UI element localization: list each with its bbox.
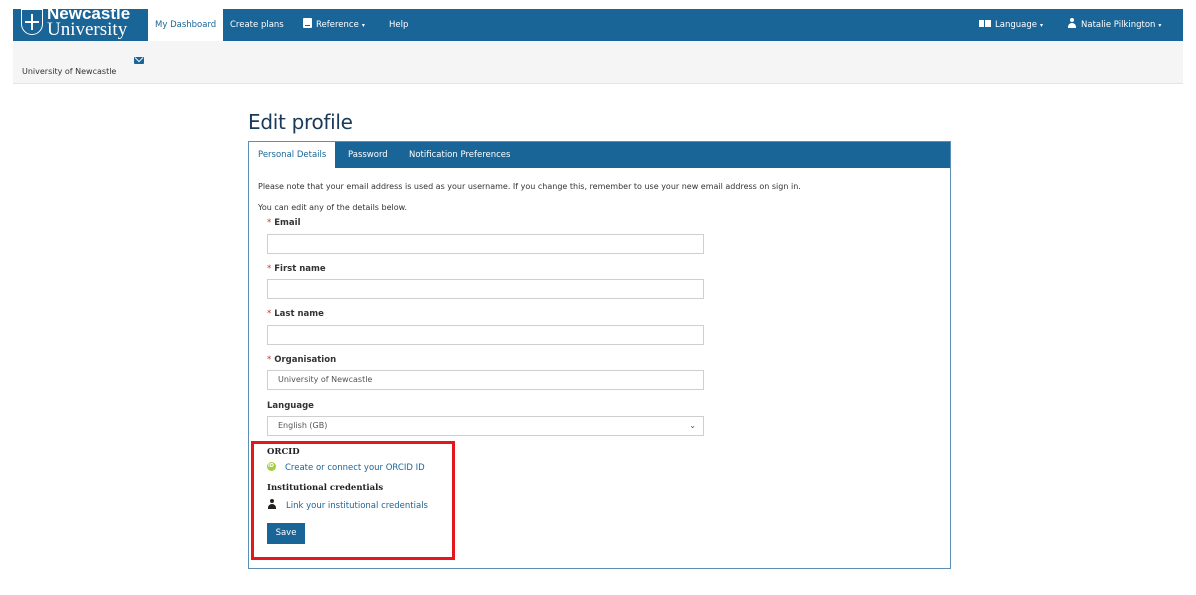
caret-down-icon: ▾ (361, 22, 365, 29)
tab-password[interactable]: Password (339, 142, 397, 168)
nav-help-label: Help (389, 20, 409, 30)
first-name-label-text: First name (274, 264, 326, 274)
organisation-label-text: Organisation (274, 355, 337, 365)
top-navbar: Newcastle University My Dashboard Create… (13, 5, 1183, 41)
nav-reference-label: Reference (316, 20, 359, 30)
highlight-annotation-box (251, 441, 455, 560)
mail-icon[interactable] (134, 57, 144, 64)
nav-reference-dropdown[interactable]: Reference ▾ (303, 9, 365, 41)
language-label: Language (995, 20, 1037, 30)
organisation-input[interactable]: University of Newcastle (267, 370, 704, 390)
nav-my-dashboard-label: My Dashboard (155, 20, 217, 30)
page-title: Edit profile (248, 110, 353, 134)
language-select[interactable]: English (GB) ⌄ (267, 416, 704, 436)
chevron-down-icon: ⌄ (689, 421, 696, 430)
nav-create-plans-label: Create plans (230, 20, 284, 30)
profile-tabs: Personal Details Password Notification P… (249, 142, 950, 169)
user-icon (1067, 18, 1077, 28)
tab-notification-preferences[interactable]: Notification Preferences (400, 142, 519, 168)
tab-personal-details-label: Personal Details (258, 150, 327, 160)
tab-personal-details[interactable]: Personal Details (249, 142, 336, 169)
organisation-name: University of Newcastle (22, 67, 117, 76)
nav-my-dashboard[interactable]: My Dashboard (148, 9, 224, 41)
newcastle-university-logo[interactable]: Newcastle University (17, 5, 145, 41)
email-label-text: Email (274, 218, 301, 228)
email-username-notice: Please note that your email address is u… (258, 182, 801, 191)
nav-create-plans[interactable]: Create plans (230, 9, 284, 41)
shield-icon (21, 9, 43, 35)
last-name-label: * Last name (267, 309, 324, 319)
language-dropdown[interactable]: Language ▾ (979, 9, 1043, 41)
first-name-input[interactable] (267, 279, 704, 299)
email-input[interactable] (267, 234, 704, 254)
tab-notification-preferences-label: Notification Preferences (409, 150, 511, 160)
language-selected-value: English (GB) (278, 421, 328, 430)
required-marker: * (267, 218, 272, 228)
last-name-input[interactable] (267, 325, 704, 345)
required-marker: * (267, 309, 272, 319)
organisation-bar: University of Newcastle (13, 41, 1183, 84)
required-marker: * (267, 264, 272, 274)
last-name-label-text: Last name (274, 309, 324, 319)
logo-line-2: University (47, 19, 128, 40)
language-icon (979, 20, 991, 27)
organisation-label: * Organisation (267, 355, 336, 365)
language-field-label: Language (267, 401, 314, 411)
required-marker: * (267, 355, 272, 365)
first-name-label: * First name (267, 264, 326, 274)
caret-down-icon: ▾ (1039, 22, 1043, 29)
user-menu-dropdown[interactable]: Natalie Pilkington ▾ (1067, 9, 1161, 41)
edit-details-intro: You can edit any of the details below. (258, 203, 407, 212)
email-label: * Email (267, 218, 300, 228)
book-icon (303, 18, 312, 28)
nav-help[interactable]: Help (389, 9, 408, 41)
tab-password-label: Password (348, 150, 388, 160)
user-name: Natalie Pilkington (1081, 20, 1156, 30)
caret-down-icon: ▾ (1158, 22, 1162, 29)
